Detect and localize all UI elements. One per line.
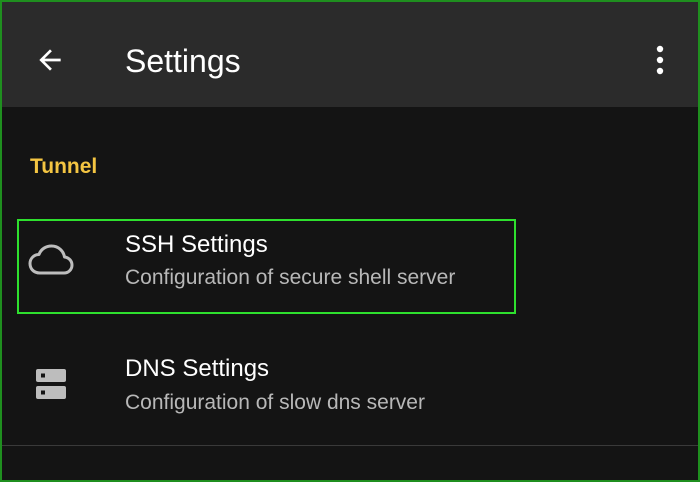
section-header-tunnel: Tunnel — [30, 155, 98, 178]
item-title: DNS Settings — [125, 355, 270, 382]
more-options-button[interactable] — [642, 36, 678, 84]
item-subtitle: Configuration of secure shell server — [125, 266, 456, 289]
arrow-back-icon — [39, 49, 61, 71]
item-title: SSH Settings — [125, 231, 268, 258]
app-bar: Settings — [2, 2, 698, 107]
server-icon — [28, 364, 74, 404]
list-item-ssh-settings[interactable]: SSH Settings Configuration of secure she… — [2, 216, 698, 315]
back-button[interactable] — [26, 36, 74, 84]
page-title: Settings — [125, 43, 241, 79]
item-subtitle: Configuration of slow dns server — [125, 391, 425, 414]
more-vert-icon — [656, 45, 664, 75]
divider — [2, 445, 698, 446]
cloud-icon — [28, 240, 74, 280]
list-item-dns-settings[interactable]: DNS Settings Configuration of slow dns s… — [2, 340, 698, 444]
settings-screen: Settings Tunnel SSH Settings Configurati… — [0, 0, 700, 482]
